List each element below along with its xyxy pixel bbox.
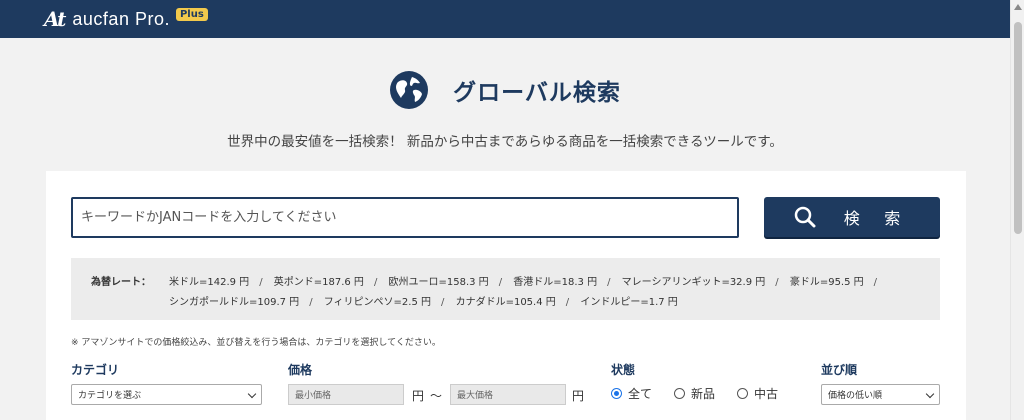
search-panel: 検 索 為替レート： 米ドル=142.9 円/ 英ポンド=187.6 円/ 欧州…: [46, 171, 966, 420]
condition-option-label: 全て: [628, 387, 653, 401]
page-title: グローバル検索: [453, 80, 621, 106]
sort-selected-value: 価格の低い順: [828, 391, 883, 401]
sort-select[interactable]: 価格の低い順: [821, 384, 940, 405]
category-note: ※ アマゾンサイトでの価格絞込み、並び替えを行う場合は、カテゴリを選択してくださ…: [71, 338, 441, 348]
rate-item: カナダドル=105.4 円: [455, 297, 556, 308]
top-bar: At aucfan Pro. Plus: [0, 0, 1010, 38]
sort-label: 並び順: [821, 363, 858, 377]
search-icon: [794, 206, 816, 228]
rate-item: マレーシアリンギット=32.9 円: [621, 277, 766, 288]
rate-item: 米ドル=142.9 円: [169, 277, 250, 288]
price-label: 価格: [288, 363, 313, 377]
price-range-separator: 〜: [430, 389, 443, 403]
rate-item: シンガポールドル=109.7 円: [169, 297, 300, 308]
category-selected-value: カテゴリを選ぶ: [78, 391, 142, 401]
scroll-up-arrow-icon[interactable]: [1014, 4, 1022, 10]
hero-section: グローバル検索 世界中の最安値を一括検索！ 新品から中古まであらゆる商品を一括検…: [0, 38, 1010, 170]
price-unit-min: 円: [412, 389, 425, 403]
scrollbar[interactable]: [1010, 0, 1024, 420]
max-price-input[interactable]: 最大価格: [450, 384, 566, 405]
min-price-input[interactable]: 最小価格: [288, 384, 404, 405]
logo-mark[interactable]: At: [44, 7, 66, 31]
rate-item: インドルピー=1.7 円: [580, 297, 678, 308]
logo-text[interactable]: aucfan Pro.: [72, 9, 170, 30]
exchange-rates-label: 為替レート：: [91, 277, 151, 288]
condition-option-new[interactable]: 新品: [674, 385, 715, 402]
rate-item: 欧州ユーロ=158.3 円: [388, 277, 489, 288]
condition-label: 状態: [611, 363, 636, 377]
price-unit-max: 円: [572, 389, 585, 403]
exchange-rates-box: 為替レート： 米ドル=142.9 円 / 英ポンド=187.6 円 / 欧州ユーロ=…: [71, 258, 940, 320]
exchange-rates-line-2: シンガポールドル=109.7 円 / フィリピンペソ=2.5 円 / カナダドル=1…: [169, 297, 678, 308]
search-input[interactable]: [71, 197, 739, 238]
chevron-down-icon: [247, 389, 257, 399]
condition-option-all[interactable]: 全て: [611, 385, 652, 402]
page-subtitle: 世界中の最安値を一括検索！ 新品から中古まであらゆる商品を一括検索できるツールで…: [227, 134, 783, 150]
search-button[interactable]: 検 索: [764, 197, 940, 237]
condition-option-label: 中古: [754, 387, 779, 401]
rate-item: 英ポンド=187.6 円: [273, 277, 364, 288]
rate-item: 豪ドル=95.5 円: [789, 277, 864, 288]
rate-item: フィリピンペソ=2.5 円: [323, 297, 432, 308]
exchange-rates-line-1: 米ドル=142.9 円 / 英ポンド=187.6 円 / 欧州ユーロ=158.3 円…: [169, 277, 878, 288]
search-button-label: 検 索: [843, 211, 911, 228]
max-price-placeholder: 最大価格: [457, 391, 494, 401]
scroll-thumb[interactable]: [1014, 22, 1022, 234]
condition-radio-group: 全て 新品 中古: [611, 385, 800, 402]
chevron-down-icon: [925, 389, 935, 399]
radio-unchecked-icon[interactable]: [737, 388, 749, 399]
radio-unchecked-icon[interactable]: [674, 388, 686, 399]
globe-icon: [390, 71, 429, 109]
condition-option-label: 新品: [691, 387, 716, 401]
condition-option-used[interactable]: 中古: [737, 385, 778, 402]
category-label: カテゴリ: [71, 363, 120, 377]
min-price-placeholder: 最小価格: [295, 391, 332, 401]
plus-badge: Plus: [175, 7, 208, 21]
radio-checked-icon[interactable]: [611, 388, 622, 399]
category-select[interactable]: カテゴリを選ぶ: [71, 384, 262, 405]
rate-item: 香港ドル=18.3 円: [513, 277, 598, 288]
hero-title-row: グローバル検索: [0, 70, 1010, 110]
